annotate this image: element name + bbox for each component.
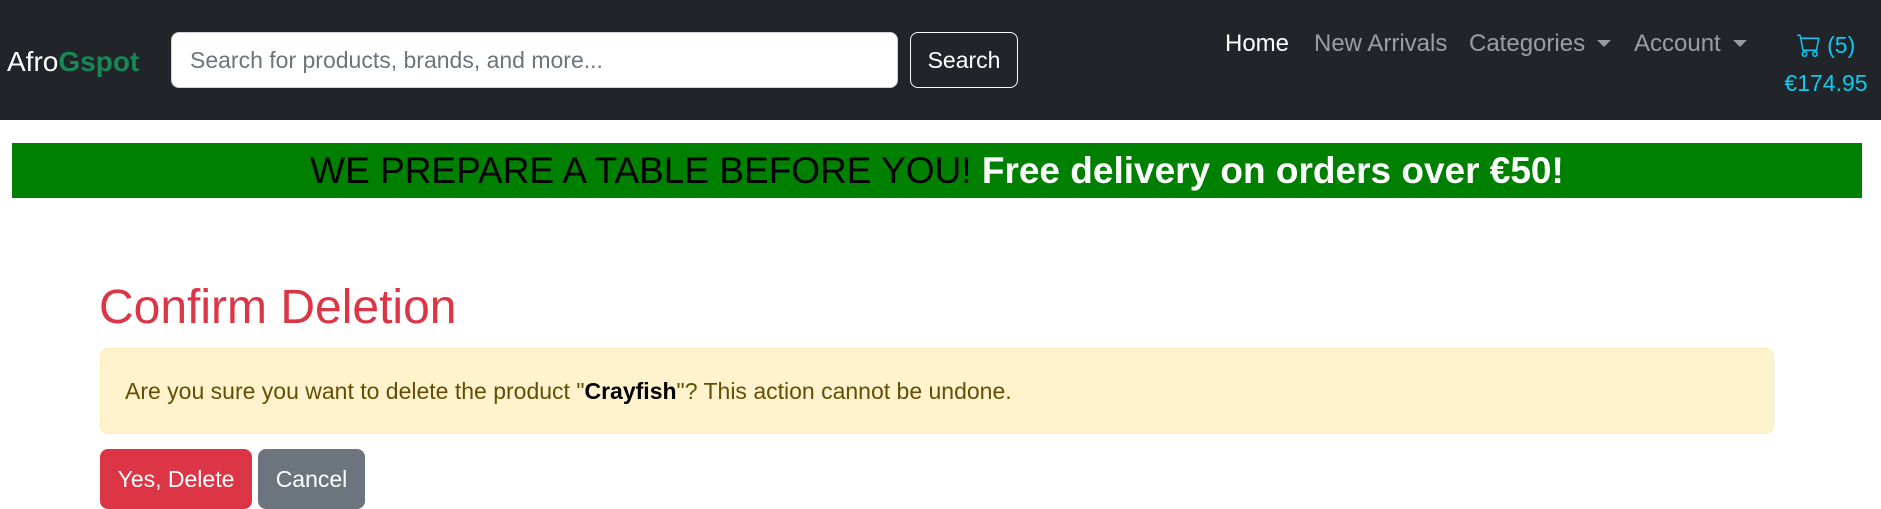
chevron-down-icon — [1597, 40, 1612, 47]
cart-icon — [1796, 32, 1821, 66]
brand-logo-link[interactable]: AfroGspot — [7, 44, 139, 80]
search-button[interactable]: Search — [910, 32, 1018, 88]
page-title: Confirm Deletion — [99, 281, 457, 334]
product-name: Crayfish — [584, 378, 677, 404]
promo-banner: WE PREPARE A TABLE BEFORE YOU! Free deli… — [12, 143, 1862, 198]
nav-categories-label: Categories — [1469, 30, 1586, 57]
alert-message-prefix: Are you sure you want to delete the prod… — [125, 378, 585, 404]
cart-count-row: (5) — [1771, 28, 1881, 66]
search-input[interactable] — [171, 32, 898, 88]
alert-message-suffix: "? This action cannot be undone. — [676, 378, 1012, 404]
chevron-down-icon — [1732, 40, 1747, 47]
confirm-delete-button[interactable]: Yes, Delete — [100, 449, 252, 509]
cart-total: €174.95 — [1784, 70, 1868, 96]
cart-count: (5) — [1827, 32, 1856, 58]
confirm-alert: Are you sure you want to delete the prod… — [100, 348, 1774, 434]
cancel-button[interactable]: Cancel — [258, 449, 365, 509]
nav-item-categories[interactable]: Categories — [1469, 29, 1612, 59]
nav-item-home[interactable]: Home — [1225, 29, 1289, 59]
nav-account-label: Account — [1634, 30, 1721, 57]
brand-name-plain: Afro — [7, 46, 59, 77]
brand-name-accent: Gspot — [58, 46, 140, 77]
navbar: AfroGspot Search Home New Arrivals Categ… — [0, 0, 1881, 120]
nav-item-new-arrivals[interactable]: New Arrivals — [1314, 29, 1447, 59]
promo-text-dark: WE PREPARE A TABLE BEFORE YOU! — [310, 150, 972, 191]
promo-text-bright: Free delivery on orders over €50! — [981, 150, 1564, 191]
cart-link[interactable]: (5) €174.95 — [1771, 28, 1881, 100]
nav-item-account[interactable]: Account — [1634, 29, 1747, 59]
